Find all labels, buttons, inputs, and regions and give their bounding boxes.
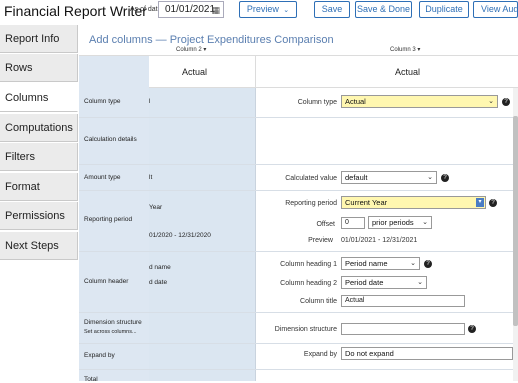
help-icon[interactable]: ? xyxy=(424,260,432,268)
label-column-header xyxy=(79,56,149,88)
row-divider xyxy=(79,190,518,191)
row-label-column xyxy=(79,88,149,381)
row-divider xyxy=(79,369,518,370)
sidebar-item-next-steps[interactable]: Next Steps xyxy=(0,232,78,260)
as-of-date-label: As of date xyxy=(130,6,162,13)
help-icon[interactable]: ? xyxy=(468,325,476,333)
column-type-label: Column type xyxy=(297,99,337,106)
calculated-value-select[interactable]: default ⌄ xyxy=(341,171,437,184)
col2-column-type: l xyxy=(149,98,151,105)
preview-label: Preview xyxy=(308,237,333,244)
reporting-period-select[interactable]: Current Year ▾ xyxy=(341,196,486,209)
help-icon[interactable]: ? xyxy=(489,199,497,207)
col2-heading-1: d name xyxy=(149,264,171,271)
column-2-menu[interactable]: Column 2 ▾ xyxy=(176,46,206,53)
col2-preview: 01/2020 - 12/31/2020 xyxy=(149,232,211,239)
row-divider xyxy=(79,312,518,313)
column-3-title: Actual xyxy=(395,67,421,77)
as-of-date-value: 01/01/2021 xyxy=(165,4,216,15)
chevron-down-icon: ⌄ xyxy=(410,260,416,267)
sidebar-item-format[interactable]: Format xyxy=(0,173,78,201)
save-and-done-button[interactable]: Save & Done xyxy=(355,1,412,18)
scrollbar-thumb[interactable] xyxy=(513,116,518,326)
view-audit-button[interactable]: View Audit xyxy=(473,1,518,18)
save-button[interactable]: Save xyxy=(314,1,350,18)
column-divider xyxy=(255,88,256,381)
offset-unit-value: prior periods xyxy=(372,218,414,227)
column-title-input[interactable]: Actual xyxy=(341,295,465,307)
row-divider xyxy=(79,251,518,252)
row-label-total: Total xyxy=(84,376,98,383)
chevron-down-icon: ⌄ xyxy=(488,98,494,105)
preview-button[interactable]: Preview ⌄ xyxy=(239,1,297,18)
chevron-down-icon: ⌄ xyxy=(281,7,290,14)
column-heading-2-value: Period date xyxy=(345,278,384,287)
col2-reporting-period: Year xyxy=(149,204,163,211)
row-label-column-type: Column type xyxy=(84,98,121,105)
sidebar-item-columns[interactable]: Columns xyxy=(0,84,78,112)
offset-label: Offset xyxy=(316,221,335,228)
row-label-expand-by: Expand by xyxy=(84,352,115,359)
row-label-amount-type: Amount type xyxy=(84,174,121,181)
help-icon[interactable]: ? xyxy=(502,98,510,106)
sidebar-item-report-info[interactable]: Report Info xyxy=(0,25,78,53)
expand-by-value: Do not expand xyxy=(345,349,394,358)
reporting-period-value: Current Year xyxy=(345,198,388,207)
row-label-dimension-structure: Dimension structure xyxy=(84,319,142,326)
chevron-down-icon: ⌄ xyxy=(427,174,433,181)
column-heading-1-value: Period name xyxy=(345,259,388,268)
header-divider xyxy=(255,56,256,88)
preview-value: 01/01/2021 - 12/31/2021 xyxy=(341,237,418,244)
column-title-label: Column title xyxy=(300,298,337,305)
row-label-calculation-details: Calculation details xyxy=(84,136,137,143)
calculated-value-label: Calculated value xyxy=(285,175,337,182)
expand-by-select[interactable]: Do not expand xyxy=(341,347,513,360)
sidebar-item-rows[interactable]: Rows xyxy=(0,54,78,82)
sidebar-item-computations[interactable]: Computations xyxy=(0,114,78,142)
dimension-structure-label: Dimension structure xyxy=(274,326,337,333)
help-icon[interactable]: ? xyxy=(441,174,449,182)
column-type-select[interactable]: Actual ⌄ xyxy=(341,95,498,108)
col2-heading-2: d date xyxy=(149,279,168,286)
sidebar-item-permissions[interactable]: Permissions xyxy=(0,202,78,230)
row-label-column-header: Column header xyxy=(84,278,129,285)
offset-unit-select[interactable]: prior periods ⌄ xyxy=(368,216,432,229)
set-across-columns-link[interactable]: Set across columns... xyxy=(84,329,137,335)
offset-input[interactable]: 0 xyxy=(341,217,365,229)
row-divider xyxy=(79,117,518,118)
calendar-icon[interactable]: ▦ xyxy=(211,5,220,16)
as-of-date-input[interactable]: 01/01/2021 ▦ xyxy=(158,1,224,18)
col2-amount-type: lt xyxy=(149,174,153,181)
row-divider xyxy=(79,343,518,344)
column-heading-2-label: Column heading 2 xyxy=(280,280,337,287)
column-2-title: Actual xyxy=(182,67,208,77)
expand-by-label: Expand by xyxy=(303,351,337,358)
chevron-down-icon: ⌄ xyxy=(422,219,428,226)
preview-button-label: Preview xyxy=(246,4,279,14)
row-label-reporting-period: Reporting period xyxy=(84,216,133,223)
column-type-value: Actual xyxy=(345,97,366,106)
chevron-down-icon: ⌄ xyxy=(417,279,423,286)
column-heading-1-select[interactable]: Period name ⌄ xyxy=(341,257,420,270)
dimension-structure-input[interactable] xyxy=(341,323,465,335)
app-title: Financial Report Writer xyxy=(4,3,147,19)
dropdown-arrow-icon: ▾ xyxy=(476,198,484,207)
sidebar-item-filters[interactable]: Filters xyxy=(0,143,78,171)
column-heading-1-label: Column heading 1 xyxy=(280,261,337,268)
column-3-menu[interactable]: Column 3 ▾ xyxy=(390,46,420,53)
page-title: Add columns — Project Expenditures Compa… xyxy=(89,34,334,46)
column-heading-2-select[interactable]: Period date ⌄ xyxy=(341,276,427,289)
duplicate-button[interactable]: Duplicate xyxy=(419,1,469,18)
calculated-value: default xyxy=(345,173,368,182)
row-divider xyxy=(79,164,518,165)
reporting-period-label: Reporting period xyxy=(285,200,337,207)
